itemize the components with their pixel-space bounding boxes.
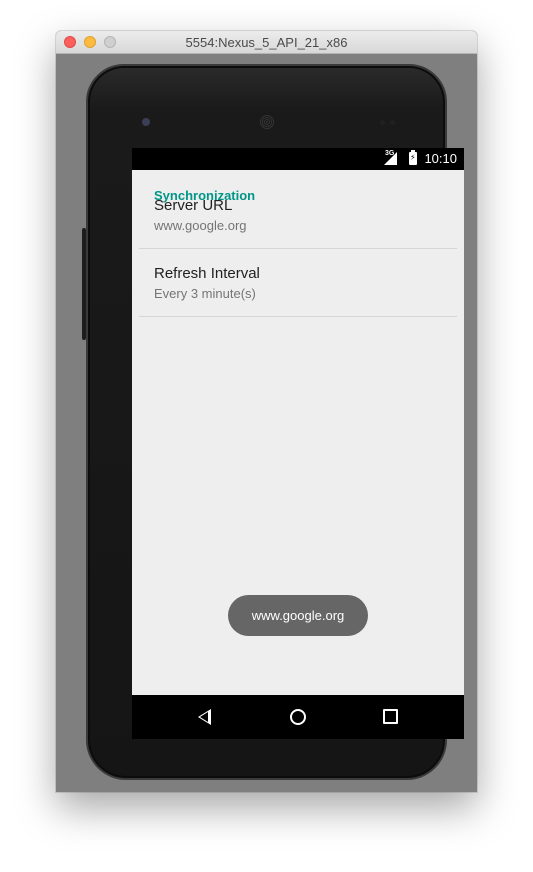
status-clock: 10:10 — [424, 151, 457, 166]
preference-title: Server URL — [154, 197, 233, 214]
toast-message: www.google.org — [228, 595, 368, 636]
device-frame: 3G ⚡ 10:10 Synchronization Server URL ww… — [82, 64, 464, 780]
recents-icon[interactable] — [383, 709, 398, 724]
front-camera-icon — [142, 118, 150, 126]
preference-item-server-url[interactable]: Server URL www.google.org — [132, 180, 464, 248]
window-titlebar[interactable]: 5554:Nexus_5_API_21_x86 — [56, 31, 477, 54]
emulator-window: 5554:Nexus_5_API_21_x86 3G ⚡ 10:10 Synch… — [56, 31, 477, 792]
earpiece-speaker-icon — [259, 114, 275, 130]
preference-summary: Every 3 minute(s) — [154, 286, 256, 301]
home-icon[interactable] — [290, 709, 306, 725]
status-bar: 3G ⚡ 10:10 — [132, 148, 464, 170]
light-sensor-icon — [390, 120, 395, 125]
preference-summary: www.google.org — [154, 218, 247, 233]
window-title: 5554:Nexus_5_API_21_x86 — [185, 35, 348, 50]
battery-icon: ⚡ — [409, 150, 417, 165]
back-icon[interactable] — [198, 709, 211, 725]
preference-item-refresh-interval[interactable]: Refresh Interval Every 3 minute(s) — [132, 249, 464, 317]
proximity-sensor-icon — [380, 120, 385, 125]
preference-title: Refresh Interval — [154, 265, 260, 282]
divider — [139, 316, 457, 317]
device-screen: 3G ⚡ 10:10 Synchronization Server URL ww… — [132, 148, 464, 739]
network-type-label: 3G — [385, 150, 395, 157]
volume-button[interactable] — [82, 228, 86, 340]
navigation-bar — [132, 695, 464, 739]
